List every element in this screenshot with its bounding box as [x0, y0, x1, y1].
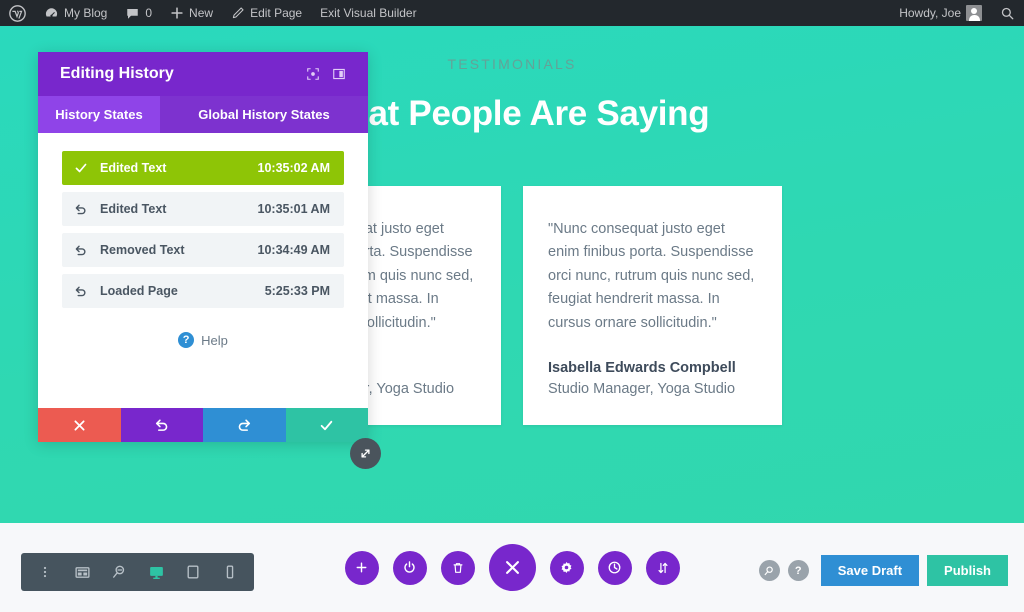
save-draft-button[interactable]: Save Draft: [820, 555, 920, 586]
testimonial-author: Isabella Edwards Compbell: [548, 360, 736, 377]
history-item-time: 5:25:33 PM: [264, 284, 330, 298]
power-toggle-icon[interactable]: [392, 550, 427, 585]
comment-bubble-icon: [125, 6, 140, 21]
settings-gear-icon[interactable]: [549, 550, 584, 585]
history-item-label: Edited Text: [100, 161, 167, 175]
plus-icon: [170, 6, 184, 20]
add-section-icon[interactable]: [344, 550, 379, 585]
snap-panel-icon[interactable]: [326, 61, 352, 87]
question-mark-icon: ?: [178, 332, 195, 348]
undo-icon: [155, 419, 168, 431]
search-icon: [1000, 6, 1015, 21]
close-x-icon: [74, 419, 85, 431]
modal-header[interactable]: Editing History: [38, 52, 368, 96]
resize-diagonal-icon[interactable]: [350, 438, 381, 469]
confirm-button[interactable]: [285, 408, 368, 442]
howdy-label: Howdy, Joe: [899, 6, 961, 20]
question-mark-icon[interactable]: ?: [787, 560, 809, 581]
editing-history-modal: Editing History History States Global Hi…: [38, 52, 368, 442]
dashboard-icon: [44, 6, 59, 21]
history-item-3[interactable]: Loaded Page 5:25:33 PM: [62, 274, 344, 308]
phone-view-icon[interactable]: [214, 556, 246, 588]
undo-icon: [74, 284, 96, 298]
edit-page-button[interactable]: Edit Page: [222, 0, 311, 26]
history-item-time: 10:35:01 AM: [257, 202, 331, 216]
viewport-toolbar: [21, 553, 254, 591]
history-item-time: 10:34:49 AM: [257, 243, 331, 257]
builder-actions: ? Save Draft Publish: [758, 555, 1008, 586]
modal-title: Editing History: [60, 65, 174, 82]
help-link[interactable]: ? Help: [62, 332, 344, 348]
trash-icon[interactable]: [440, 550, 475, 585]
history-item-1[interactable]: Edited Text 10:35:01 AM: [62, 192, 344, 226]
history-item-label: Removed Text: [100, 243, 185, 257]
user-avatar-icon: [966, 5, 982, 21]
modal-body: Edited Text 10:35:02 AM Edited Text 10:3…: [38, 133, 368, 408]
tablet-view-icon[interactable]: [177, 556, 209, 588]
exit-visual-builder-label: Exit Visual Builder: [320, 6, 417, 20]
history-item-time: 10:35:02 AM: [257, 161, 331, 175]
howdy-user-button[interactable]: Howdy, Joe: [890, 0, 991, 26]
history-item-0[interactable]: Edited Text 10:35:02 AM: [62, 151, 344, 185]
help-label: Help: [201, 332, 228, 348]
history-item-label: Loaded Page: [100, 284, 178, 298]
redo-icon: [238, 419, 251, 431]
site-name-button[interactable]: My Blog: [35, 0, 116, 26]
site-name-label: My Blog: [64, 6, 108, 20]
comments-button[interactable]: 0: [116, 0, 161, 26]
wireframe-icon[interactable]: [66, 556, 98, 588]
magnifier-icon[interactable]: [758, 560, 780, 581]
check-icon: [320, 420, 333, 430]
new-content-button[interactable]: New: [161, 0, 222, 26]
testimonial-quote: "Nunc consequat justo eget enim finibus …: [548, 221, 755, 331]
publish-button[interactable]: Publish: [927, 555, 1008, 586]
wp-admin-bar: My Blog 0 New Edit Page Exit Visual Buil…: [0, 0, 1024, 26]
tab-history-states[interactable]: History States: [38, 96, 160, 133]
close-builder-icon[interactable]: [488, 544, 536, 591]
portability-icon[interactable]: [645, 550, 680, 585]
desktop-view-icon[interactable]: [140, 556, 172, 588]
exit-visual-builder-button[interactable]: Exit Visual Builder: [311, 0, 426, 26]
history-item-2[interactable]: Removed Text 10:34:49 AM: [62, 233, 344, 267]
adminbar-search-button[interactable]: [991, 0, 1024, 26]
kebab-menu-icon[interactable]: [29, 556, 61, 588]
edit-page-label: Edit Page: [250, 6, 303, 20]
pencil-icon: [231, 6, 245, 20]
new-content-label: New: [189, 6, 214, 20]
builder-bottom-bar: ? Save Draft Publish: [0, 523, 1024, 612]
wordpress-logo-button[interactable]: [0, 0, 35, 26]
list-item[interactable]: "Nunc consequat justo eget enim finibus …: [523, 186, 782, 426]
undo-icon: [74, 202, 96, 216]
check-icon: [74, 161, 96, 175]
modal-footer: [38, 408, 368, 442]
undo-button[interactable]: [120, 408, 203, 442]
history-clock-icon[interactable]: [597, 550, 632, 585]
fullscreen-target-icon[interactable]: [300, 61, 326, 87]
comments-count: 0: [145, 6, 153, 20]
cancel-button[interactable]: [38, 408, 121, 442]
history-item-label: Edited Text: [100, 202, 167, 216]
redo-button[interactable]: [203, 408, 286, 442]
undo-icon: [74, 243, 96, 257]
zoom-out-icon[interactable]: [103, 556, 135, 588]
tab-global-history-states[interactable]: Global History States: [160, 96, 368, 133]
modal-tabs: History States Global History States: [38, 96, 368, 133]
wordpress-logo-icon: [9, 4, 26, 22]
testimonial-role: Studio Manager, Yoga Studio: [548, 381, 736, 398]
